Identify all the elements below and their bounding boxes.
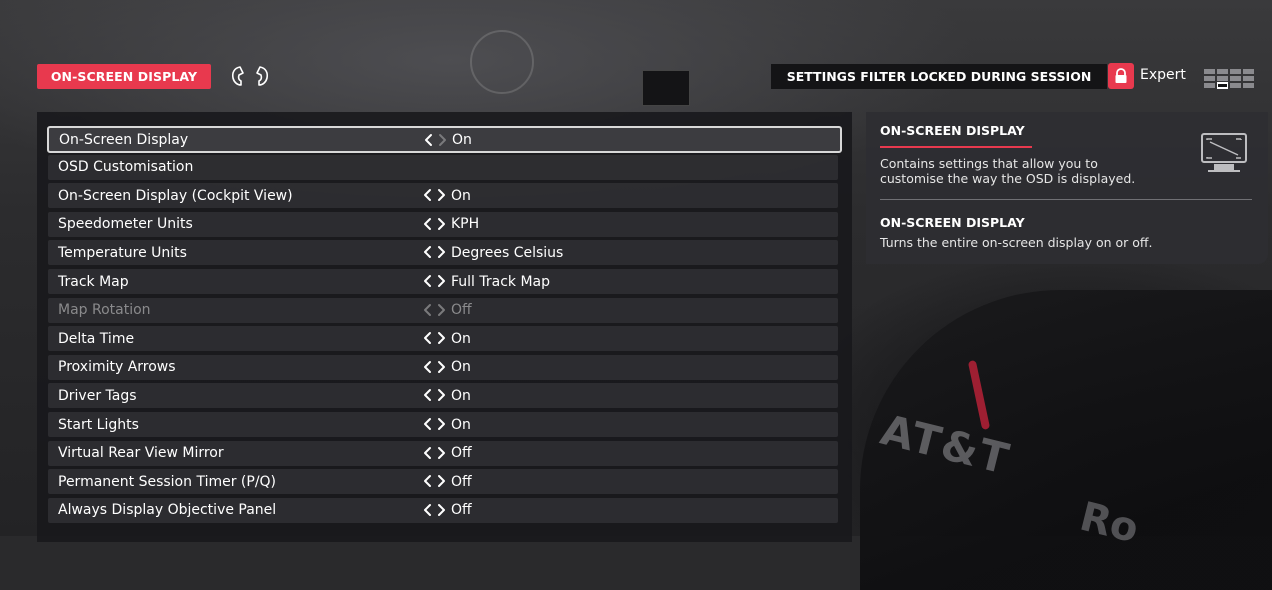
- right-bumper-icon[interactable]: [253, 64, 271, 88]
- value-arrows-icon[interactable]: [422, 417, 448, 431]
- page-title-tag: ON-SCREEN DISPLAY: [37, 64, 211, 89]
- trackside-board: [642, 70, 690, 106]
- setting-value: KPH: [451, 216, 480, 233]
- info-item-title: ON-SCREEN DISPLAY: [880, 215, 1025, 230]
- setting-row[interactable]: Speedometer Units KPH: [48, 211, 838, 237]
- setting-value: On: [451, 416, 471, 433]
- setting-label: Start Lights: [58, 416, 139, 433]
- setting-value: On: [451, 330, 471, 347]
- setting-row[interactable]: Start Lights On: [48, 412, 838, 437]
- setting-row[interactable]: On-Screen Display On: [47, 126, 842, 153]
- setting-row[interactable]: On-Screen Display (Cockpit View) On: [48, 183, 838, 209]
- setting-label: Temperature Units: [58, 244, 187, 261]
- info-title-underline: [880, 146, 1032, 148]
- settings-grid-icon: [1204, 67, 1256, 89]
- monitor-icon: [1200, 132, 1250, 176]
- setting-label: Proximity Arrows: [58, 359, 176, 376]
- difficulty-label: Expert: [1140, 67, 1186, 83]
- value-arrows-icon[interactable]: [422, 446, 448, 460]
- setting-value: Degrees Celsius: [451, 244, 564, 261]
- setting-row[interactable]: Always Display Objective Panel Off: [48, 497, 838, 523]
- value-arrows-icon[interactable]: [422, 188, 448, 202]
- setting-row[interactable]: Delta Time On: [48, 326, 838, 352]
- value-arrows-icon[interactable]: [422, 474, 448, 488]
- page-title: ON-SCREEN DISPLAY: [50, 69, 198, 84]
- setting-value: Off: [451, 473, 472, 490]
- info-section-text-line1: Contains settings that allow you to: [880, 156, 1098, 171]
- left-bumper-icon[interactable]: [229, 64, 247, 88]
- setting-label: On-Screen Display (Cockpit View): [58, 187, 293, 204]
- info-section-title: ON-SCREEN DISPLAY: [880, 123, 1025, 138]
- setting-value: On: [451, 359, 471, 376]
- lock-icon: [1108, 63, 1134, 89]
- setting-label: Speedometer Units: [58, 216, 193, 233]
- setting-row[interactable]: Proximity Arrows On: [48, 354, 838, 380]
- setting-label: Virtual Rear View Mirror: [58, 445, 224, 462]
- value-arrows-icon[interactable]: [422, 503, 448, 517]
- setting-label: Map Rotation: [58, 302, 151, 319]
- ferris-wheel-silhouette: [470, 30, 534, 94]
- value-arrows-icon[interactable]: [422, 388, 448, 402]
- value-arrows-icon[interactable]: [422, 360, 448, 374]
- setting-label: Always Display Objective Panel: [58, 502, 277, 519]
- setting-row[interactable]: Map Rotation Off: [48, 297, 838, 323]
- setting-row[interactable]: Track Map Full Track Map: [48, 269, 838, 294]
- setting-row[interactable]: Temperature Units Degrees Celsius: [48, 240, 838, 266]
- setting-label: On-Screen Display: [59, 131, 189, 148]
- setting-value: On: [452, 131, 472, 148]
- setting-label: Driver Tags: [58, 387, 137, 404]
- setting-value: Off: [451, 445, 472, 462]
- setting-value: Off: [451, 502, 472, 519]
- setting-row[interactable]: OSD Customisation: [48, 154, 838, 180]
- setting-value: Full Track Map: [451, 273, 551, 290]
- setting-label: Track Map: [58, 273, 129, 290]
- info-panel: ON-SCREEN DISPLAY Contains settings that…: [866, 112, 1268, 264]
- setting-label: OSD Customisation: [58, 159, 194, 176]
- setting-row[interactable]: Virtual Rear View Mirror Off: [48, 440, 838, 466]
- value-arrows-icon[interactable]: [423, 133, 449, 147]
- value-arrows-icon[interactable]: [422, 331, 448, 345]
- setting-value: On: [451, 187, 471, 204]
- info-item-text: Turns the entire on-screen display on or…: [880, 235, 1153, 250]
- value-arrows-icon[interactable]: [422, 303, 448, 317]
- setting-label: Permanent Session Timer (P/Q): [58, 473, 277, 490]
- setting-row[interactable]: Permanent Session Timer (P/Q) Off: [48, 469, 838, 495]
- setting-row[interactable]: Driver Tags On: [48, 383, 838, 409]
- setting-label: Delta Time: [58, 330, 135, 347]
- value-arrows-icon[interactable]: [422, 245, 448, 259]
- setting-value: Off: [451, 302, 472, 319]
- value-arrows-icon[interactable]: [422, 217, 448, 231]
- settings-filter-notice: SETTINGS FILTER LOCKED DURING SESSION: [771, 64, 1107, 89]
- info-section-text-line2: customise the way the OSD is displayed.: [880, 171, 1136, 186]
- setting-value: On: [451, 387, 471, 404]
- settings-filter-text: SETTINGS FILTER LOCKED DURING SESSION: [786, 69, 1092, 84]
- value-arrows-icon[interactable]: [422, 274, 448, 288]
- info-section-text: Contains settings that allow you to cust…: [880, 156, 1180, 186]
- info-divider: [880, 199, 1252, 200]
